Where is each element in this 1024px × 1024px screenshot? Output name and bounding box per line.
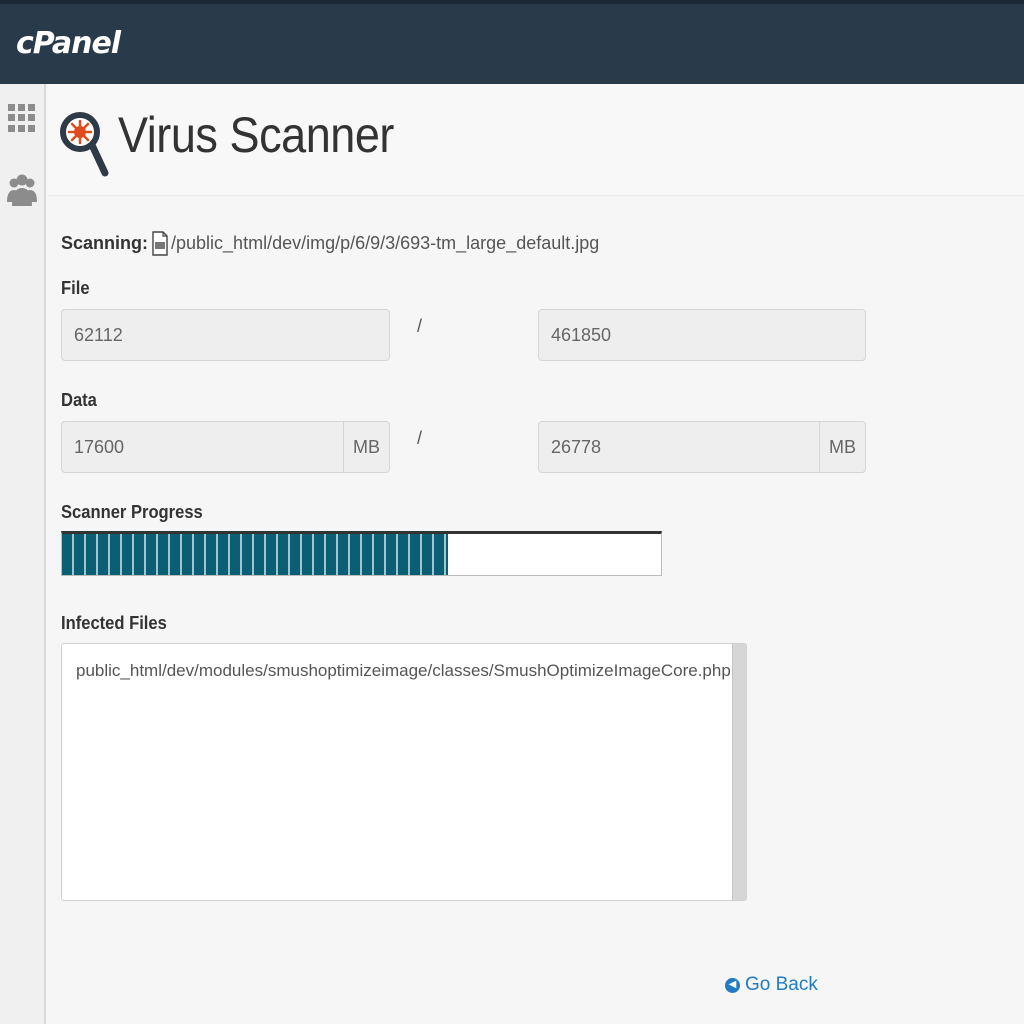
page-header: Virus Scanner [48, 84, 1024, 196]
data-separator: / [417, 428, 423, 448]
file-scanned-field: 62112 [61, 309, 390, 361]
data-scanned-field: 17600 MB [61, 421, 390, 473]
data-label: Data [61, 390, 97, 410]
infected-files-scrollbar[interactable] [732, 644, 746, 900]
data-total-field: 26778 MB [538, 421, 866, 473]
file-separator: / [417, 316, 423, 336]
scanning-label: Scanning: [61, 233, 149, 253]
file-icon [152, 231, 168, 256]
file-label: File [61, 278, 90, 298]
infected-files-list[interactable]: public_html/dev/modules/smushoptimizeima… [61, 643, 747, 901]
cpanel-logo[interactable]: cPanel [16, 26, 121, 61]
go-back-link[interactable]: ◀ Go Back [725, 974, 818, 996]
file-scanned-value: 62112 [74, 324, 123, 345]
scanning-status: Scanning: /public_html/dev/img/p/6/9/3/69… [61, 228, 599, 258]
arrow-left-icon: ◀ [725, 977, 740, 993]
scanner-progress-fill [62, 534, 449, 575]
go-back-label: Go Back [745, 974, 818, 995]
file-total-value: 461850 [551, 324, 612, 345]
data-scanned-unit: MB [343, 422, 389, 472]
page-title: Virus Scanner [118, 107, 394, 163]
data-scanned-value: 17600 [74, 436, 125, 457]
infected-files-label: Infected Files [61, 613, 167, 633]
top-bar: cPanel [0, 0, 1024, 84]
data-total-value: 26778 [551, 436, 602, 457]
sidebar [0, 84, 46, 1024]
users-icon[interactable] [6, 172, 38, 218]
scanning-path: /public_html/dev/img/p/6/9/3/693-tm_larg… [171, 233, 600, 253]
data-total-unit: MB [819, 422, 865, 472]
file-total-field: 461850 [538, 309, 866, 361]
virus-scanner-icon [60, 112, 109, 177]
progress-label: Scanner Progress [61, 502, 203, 522]
infected-file-entry: public_html/dev/modules/smushoptimizeima… [76, 661, 746, 680]
scanner-progress-bar [61, 531, 662, 576]
grid-icon[interactable] [8, 104, 36, 132]
